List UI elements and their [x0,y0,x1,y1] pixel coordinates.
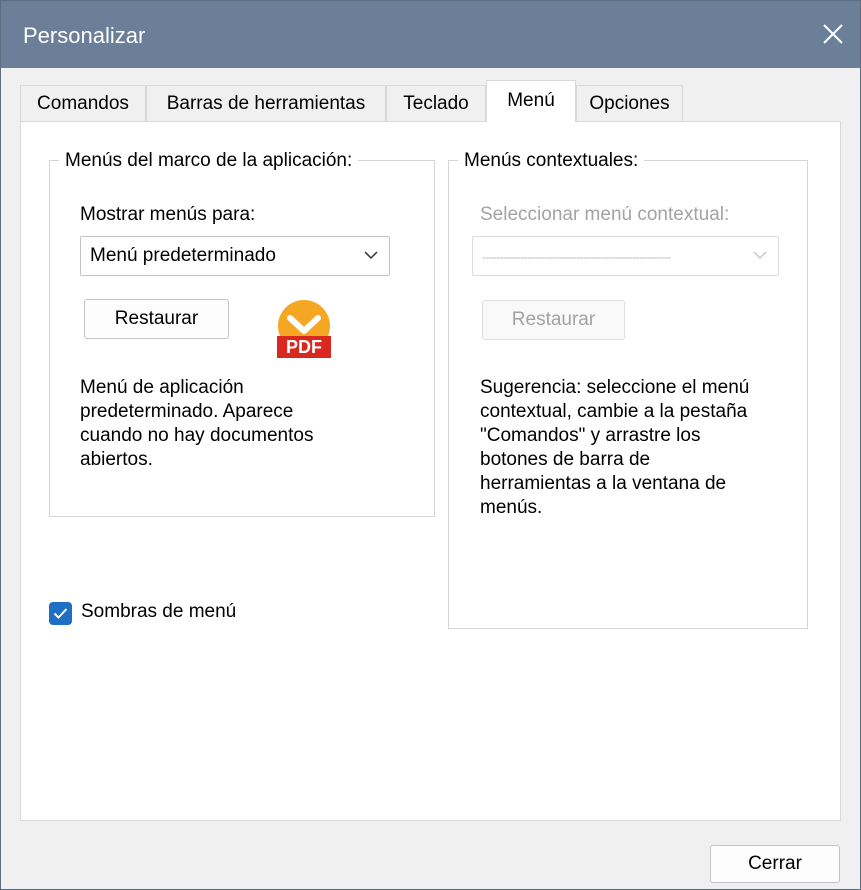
context-menu-hint-line: herramientas a la ventana de [480,473,727,494]
app-menu-description-line: abiertos. [80,449,153,470]
pdf-badge-text: PDF [286,337,322,357]
chevron-down-icon [753,251,767,260]
show-menus-for-value: Menú predeterminado [90,245,276,266]
context-menu-hint-line: menús. [480,497,543,518]
tab-teclado[interactable]: Teclado [386,85,486,121]
app-menu-description-line: predeterminado. Aparece [80,401,294,422]
context-menu-dropdown[interactable]: ----------------------------------------… [472,236,779,276]
close-icon [823,24,843,44]
dialog-title: Personalizar [23,23,146,48]
app-menu-description-line: cuando no hay documentos [80,425,314,446]
context-menu-hint-line: contextual, cambie a la pestaña [480,401,748,422]
app-menu-description: Menú de aplicación predeterminado. Apare… [80,376,410,472]
menu-shadows-checkbox[interactable] [49,602,72,625]
show-menus-for-label: Mostrar menús para: [80,204,256,225]
select-context-menu-label: Seleccionar menú contextual: [480,204,730,225]
app-menu-description-line: Menú de aplicación [80,377,244,398]
tab-opciones[interactable]: Opciones [576,85,683,121]
context-menu-hint-line: Sugerencia: seleccione el menú [480,377,750,398]
close-button[interactable]: Cerrar [710,845,840,883]
title-bar: Personalizar [1,1,860,68]
pdf-icon: PDF [277,300,331,358]
checkmark-icon [53,608,68,619]
customize-dialog: Personalizar Comandos Barras de herramie… [0,0,861,890]
menu-shadows-label[interactable]: Sombras de menú [81,601,236,623]
close-window-button[interactable] [808,1,860,68]
show-menus-for-dropdown[interactable]: Menú predeterminado [80,236,390,276]
app-menus-group-title: Menús del marco de la aplicación: [59,150,359,172]
context-menu-value: ----------------------------------------… [482,250,671,264]
chevron-down-icon [364,251,378,260]
context-menu-hint: Sugerencia: seleccione el menú contextua… [480,376,800,520]
restore-context-menu-button[interactable]: Restaurar [482,300,625,340]
context-menus-group-title: Menús contextuales: [458,150,645,172]
context-menu-hint-line: "Comandos" y arrastre los [480,425,701,446]
context-menu-hint-line: botones de barra de [480,449,651,470]
tab-barras-de-herramientas[interactable]: Barras de herramientas [146,85,386,121]
restore-app-menu-button[interactable]: Restaurar [84,299,229,339]
tab-menu[interactable]: Menú [486,80,576,122]
tab-panel-menu: Menús del marco de la aplicación: Mostra… [20,121,841,821]
tab-comandos[interactable]: Comandos [20,85,146,121]
